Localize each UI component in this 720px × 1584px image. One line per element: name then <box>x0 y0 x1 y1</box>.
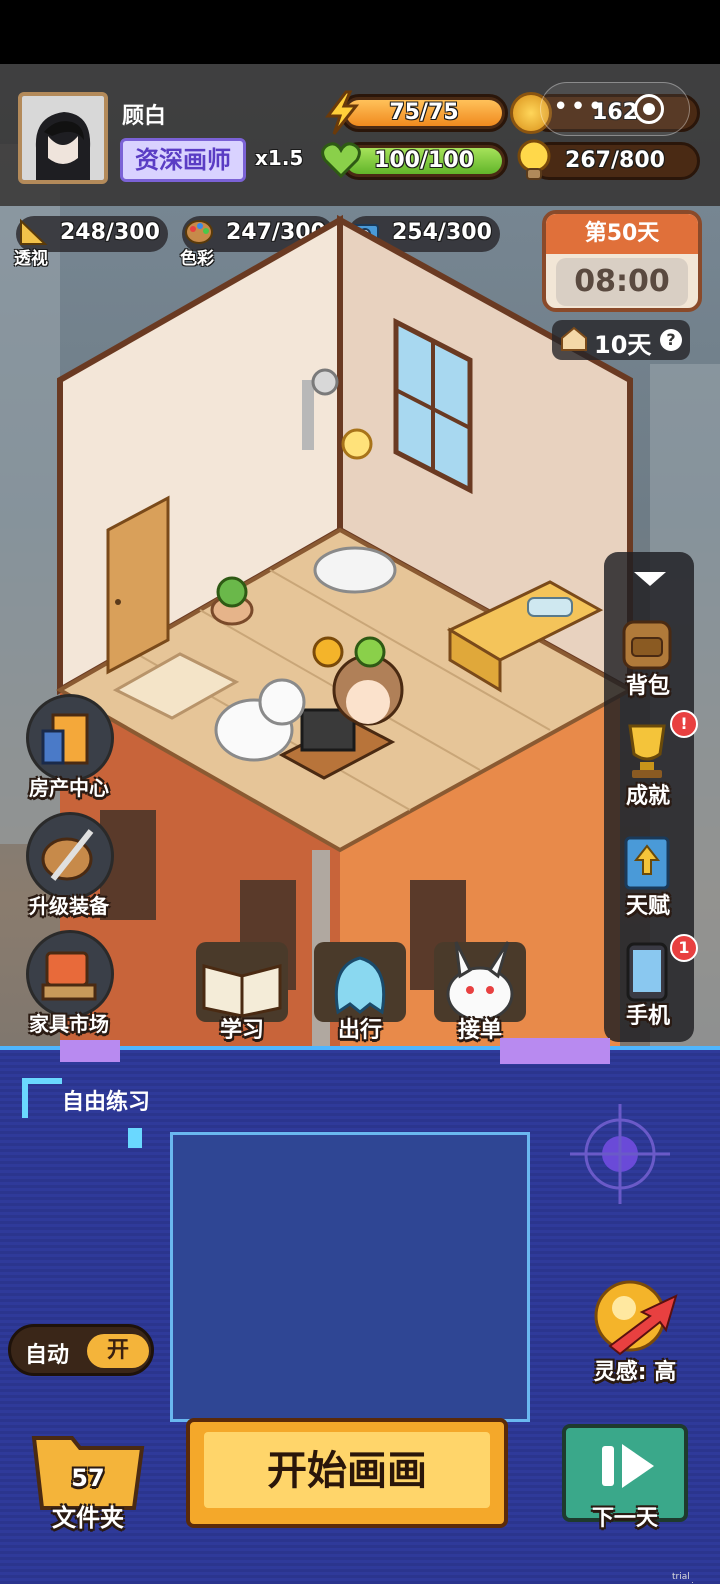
status-bar <box>0 0 720 64</box>
brush-palette-icon <box>26 812 114 900</box>
start-drawing-button[interactable]: 开始画画 <box>186 1418 508 1528</box>
menu-label: 房产中心 <box>29 776 109 800</box>
lightbulb-icon <box>514 138 554 182</box>
inspiration-orb-icon <box>594 1280 678 1356</box>
auto-toggle[interactable]: 自动 开 <box>8 1324 154 1376</box>
folder-button[interactable]: 57 文件夹 <box>28 1422 148 1532</box>
player-avatar[interactable] <box>18 92 108 184</box>
action-label: 出行 <box>337 1018 382 1043</box>
house-icon <box>560 326 588 352</box>
calendar-panel: 第50天 08:00 <box>542 210 702 312</box>
player-name: 顾白 <box>122 104 167 129</box>
menu-talents[interactable]: 天赋 <box>604 824 692 934</box>
energy-bar: 75/75 <box>340 94 508 132</box>
idea-bar: 267/800 <box>530 142 700 180</box>
menu-upgrade-equipment[interactable]: 升级装备 <box>14 812 124 932</box>
menu-label: 背包 <box>625 674 670 699</box>
action-travel[interactable]: 出行 <box>308 936 412 1046</box>
time-display: 08:00 <box>556 258 688 306</box>
collapse-arrow-icon[interactable] <box>634 572 666 586</box>
phone-notification-badge: 1 <box>670 934 698 962</box>
folder-label: 文件夹 <box>52 1504 124 1532</box>
folder-count: 57 <box>71 1464 105 1492</box>
panel-decoration <box>60 1040 120 1062</box>
menu-label: 家具市场 <box>29 1012 109 1036</box>
skip-forward-icon <box>602 1444 654 1488</box>
lightning-icon <box>322 90 362 136</box>
inspiration-level: 灵感: 高 <box>593 1360 677 1385</box>
panel-decoration <box>22 1078 28 1118</box>
health-value: 100/100 <box>374 148 474 173</box>
panel-decoration <box>128 1128 142 1148</box>
idea-value: 267/800 <box>565 148 665 173</box>
crosshair-icon <box>570 1104 670 1204</box>
action-study[interactable]: 学习 <box>190 936 294 1046</box>
drawing-mode-label: 自由练习 <box>62 1090 151 1115</box>
rent-remaining[interactable]: 10天 ? <box>552 320 690 360</box>
auto-switch-state[interactable]: 开 <box>87 1334 149 1368</box>
next-day-button[interactable]: 下一天 <box>562 1424 688 1531</box>
panel-decoration <box>22 1078 62 1084</box>
health-bar: 100/100 <box>340 142 508 180</box>
achievement-alert-badge: ! <box>670 710 698 738</box>
building-icon <box>26 694 114 782</box>
menu-backpack[interactable]: 背包 <box>604 604 692 714</box>
talent-book-icon <box>614 828 680 894</box>
next-day-label: 下一天 <box>591 1506 658 1531</box>
day-counter: 第50天 <box>546 214 698 254</box>
menu-label: 手机 <box>625 1004 670 1029</box>
action-label: 学习 <box>219 1018 264 1043</box>
menu-label: 升级装备 <box>29 894 109 918</box>
menu-property-center[interactable]: 房产中心 <box>14 694 124 814</box>
rank-badge: 资深画师 <box>120 138 246 182</box>
auto-label: 自动 <box>25 1343 70 1368</box>
menu-furniture-market[interactable]: 家具市场 <box>14 930 124 1050</box>
inspiration-indicator: 灵感: 高 <box>580 1276 690 1386</box>
backpack-icon <box>614 608 680 674</box>
heart-icon <box>320 140 362 180</box>
rent-days: 10天 <box>594 331 652 359</box>
more-options-icon[interactable]: ••• <box>553 92 605 122</box>
trial-watermark: trial version <box>672 1572 705 1584</box>
menu-label: 成就 <box>625 784 670 809</box>
start-drawing-label: 开始画画 <box>204 1432 490 1508</box>
help-icon[interactable]: ? <box>660 329 682 351</box>
close-miniprogram-icon[interactable] <box>634 94 664 124</box>
energy-value: 75/75 <box>389 100 459 125</box>
rank-multiplier: x1.5 <box>255 146 304 170</box>
tv-furniture-icon <box>26 930 114 1018</box>
action-take-orders[interactable]: 接单 <box>428 936 532 1046</box>
drawing-canvas[interactable] <box>170 1132 530 1422</box>
menu-label: 天赋 <box>625 894 670 919</box>
panel-decoration <box>500 1038 610 1064</box>
